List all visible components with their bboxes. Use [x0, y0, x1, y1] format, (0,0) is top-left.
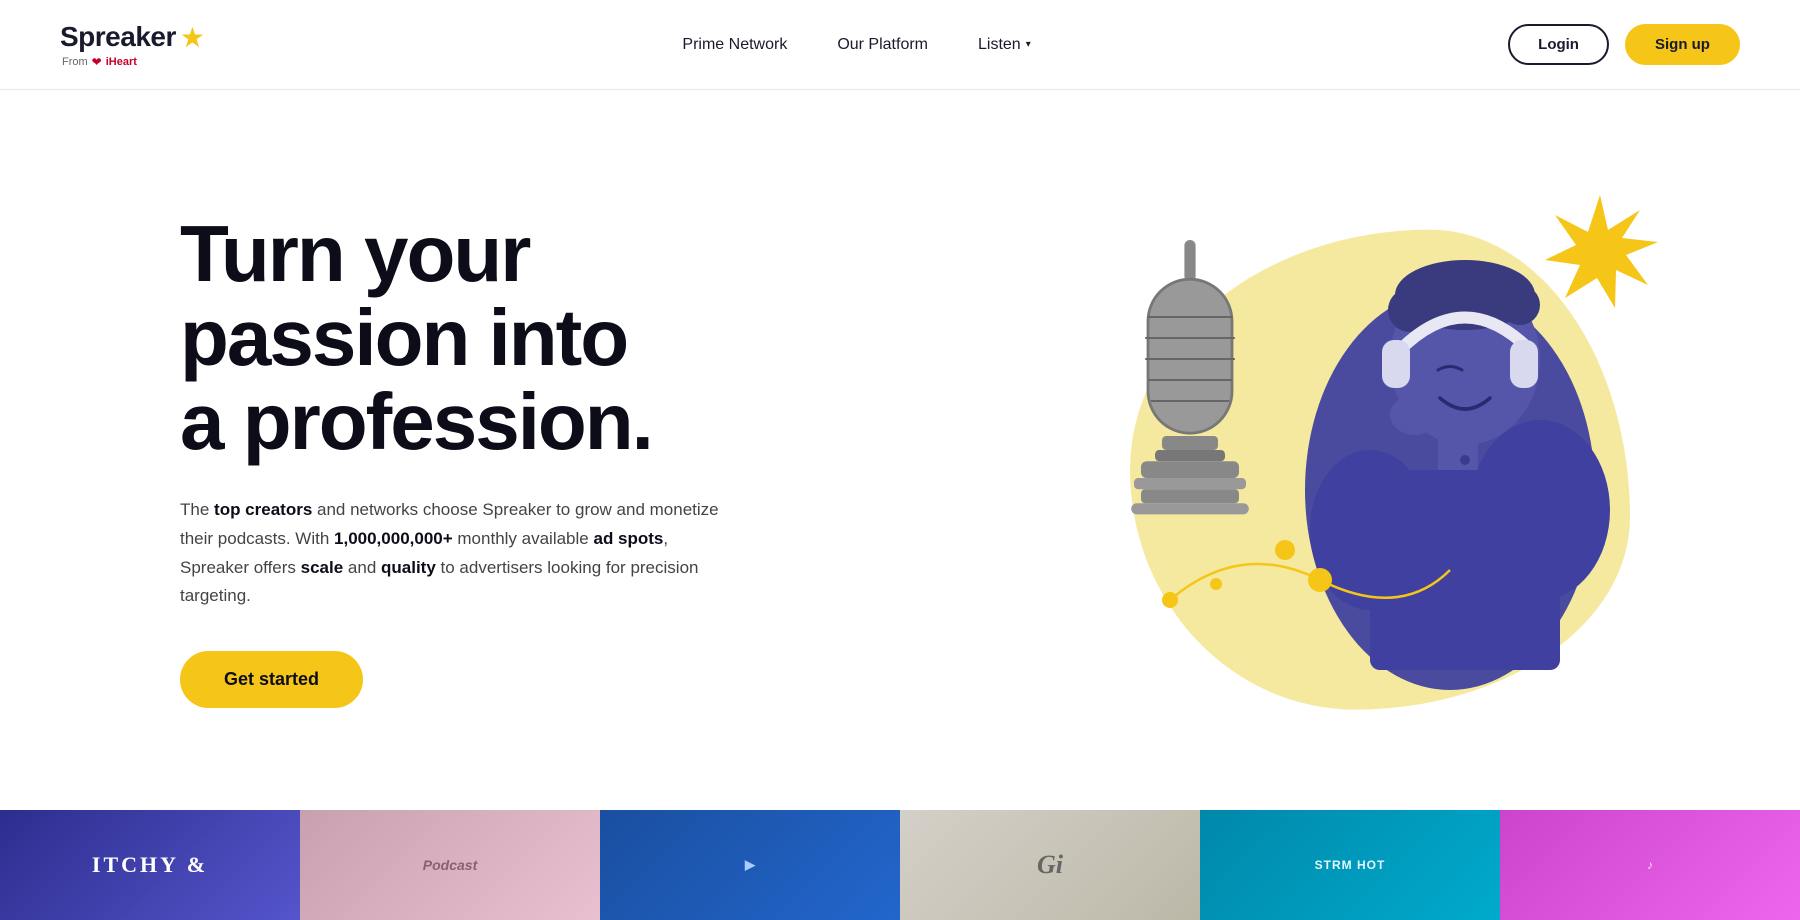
curve-dot-large: [1275, 540, 1295, 560]
nav-listen[interactable]: Listen ▾: [978, 36, 1031, 54]
get-started-button[interactable]: Get started: [180, 651, 363, 708]
navbar: Spreaker ★ From ❤ iHeart Prime Network O…: [0, 0, 1800, 90]
podcast-card-2-inner: Podcast: [300, 810, 600, 920]
desc-pre: The: [180, 500, 214, 519]
podcast-card-4[interactable]: Gi: [900, 810, 1200, 920]
podcast-strip: ITCHY & Podcast ▶ Gi STRM HOT ♪: [0, 810, 1800, 920]
nav-links: Prime Network Our Platform Listen ▾: [682, 36, 1030, 54]
desc-bold2: 1,000,000,000+: [334, 529, 453, 548]
hero-title-line1: Turn your: [180, 209, 529, 298]
logo-text: Spreaker: [60, 21, 176, 53]
logo-area: Spreaker ★ From ❤ iHeart: [60, 21, 205, 69]
curve-dot-small: [1210, 578, 1222, 590]
from-text: From: [62, 56, 88, 68]
person-illustration: [1260, 220, 1640, 720]
podcast-card-6-inner: ♪: [1500, 810, 1800, 920]
podcast-card-2[interactable]: Podcast: [300, 810, 600, 920]
hero-title-line2: passion into: [180, 293, 627, 382]
desc-bold5: quality: [381, 558, 436, 577]
desc-mid2: monthly available: [453, 529, 594, 548]
podcast-card-1-inner: ITCHY &: [0, 810, 300, 920]
hero-description: The top creators and networks choose Spr…: [180, 496, 740, 612]
podcast-card-1[interactable]: ITCHY &: [0, 810, 300, 920]
podcast-card-3[interactable]: ▶: [600, 810, 900, 920]
logo-main: Spreaker ★: [60, 21, 205, 54]
hero-section: Turn your passion into a profession. The…: [0, 90, 1800, 810]
logo-star: ★: [180, 21, 205, 54]
nav-our-platform[interactable]: Our Platform: [837, 36, 928, 54]
hero-title: Turn your passion into a profession.: [180, 212, 740, 464]
nav-actions: Login Sign up: [1508, 24, 1740, 65]
desc-bold3: ad spots: [593, 529, 663, 548]
podcast-card-4-inner: Gi: [900, 810, 1200, 920]
hero-content: Turn your passion into a profession. The…: [180, 212, 740, 709]
signup-button[interactable]: Sign up: [1625, 24, 1740, 65]
iheart-logo: iHeart: [106, 56, 137, 68]
desc-bold4: scale: [301, 558, 344, 577]
podcast-card-5-inner: STRM HOT: [1200, 810, 1500, 920]
desc-bold1: top creators: [214, 500, 312, 519]
podcast-card-3-inner: ▶: [600, 810, 900, 920]
hero-title-line3: a profession.: [180, 377, 652, 466]
chevron-down-icon: ▾: [1026, 39, 1031, 50]
podcast-card-6[interactable]: ♪: [1500, 810, 1800, 920]
login-button[interactable]: Login: [1508, 24, 1609, 65]
microphone-illustration: [1120, 240, 1260, 520]
podcast-card-5[interactable]: STRM HOT: [1200, 810, 1500, 920]
nav-prime-network[interactable]: Prime Network: [682, 36, 787, 54]
hero-illustration: [1080, 160, 1680, 760]
nav-listen-label: Listen: [978, 36, 1021, 54]
logo-sub: From ❤ iHeart: [60, 55, 137, 69]
curve-line-decoration: [1160, 520, 1460, 640]
desc-mid4: and: [343, 558, 381, 577]
heart-icon: ❤: [92, 55, 102, 69]
